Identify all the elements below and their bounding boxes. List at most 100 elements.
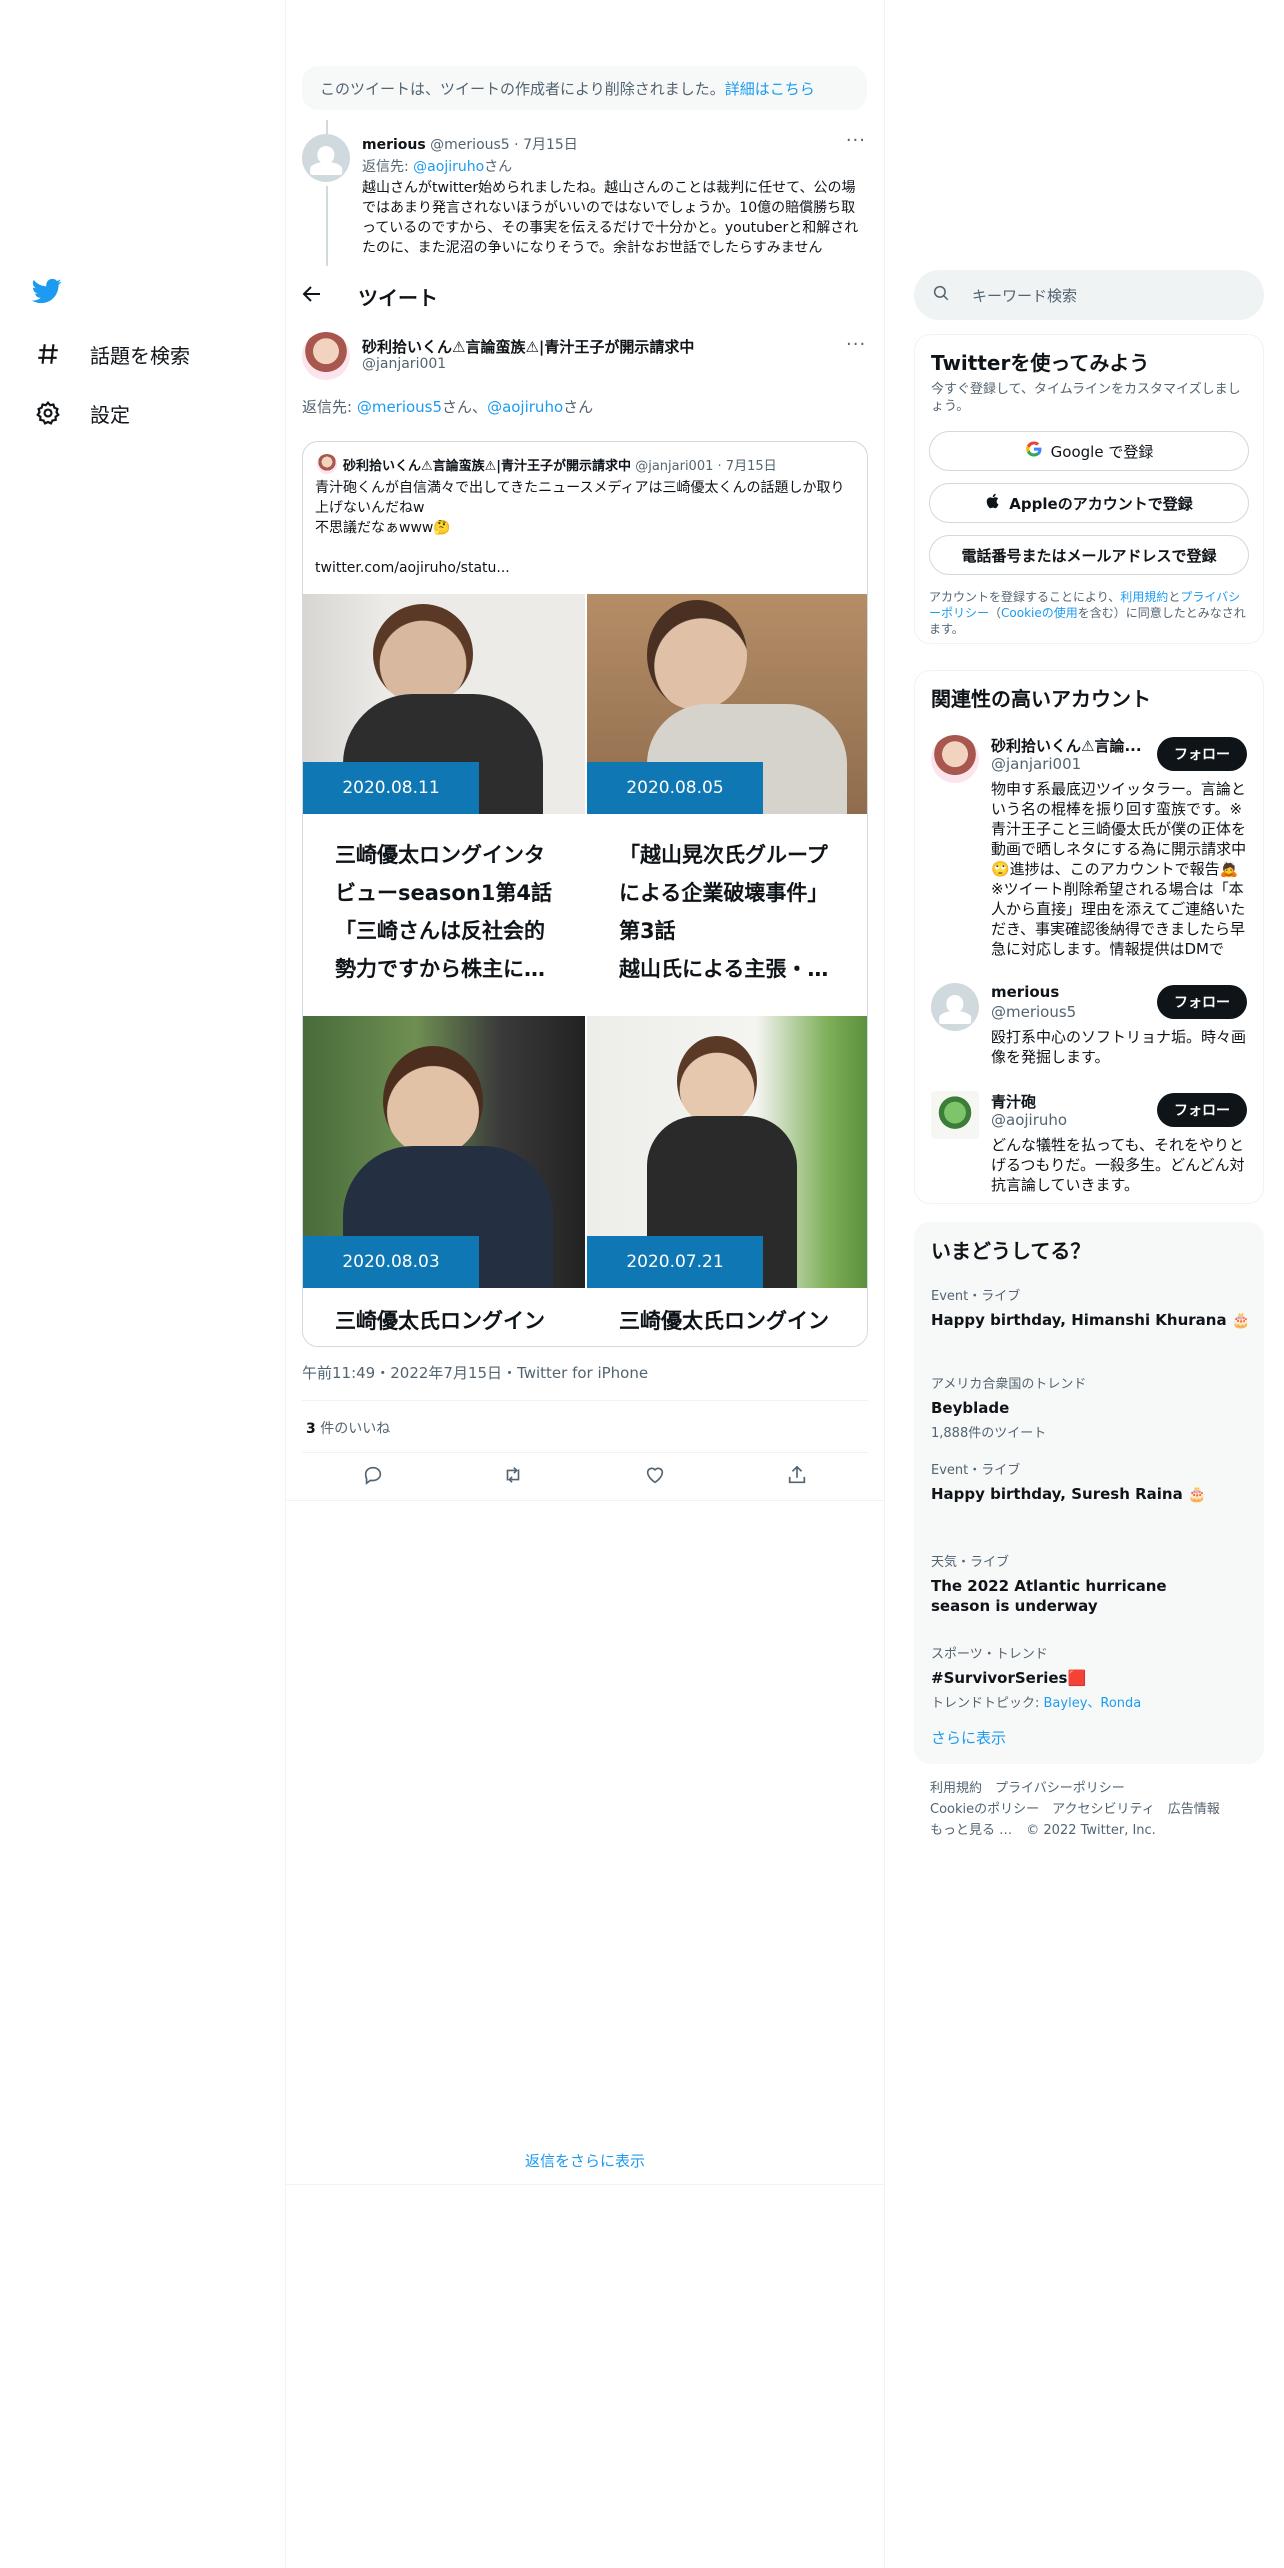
quote-author-handle: @janjari001 <box>635 459 714 474</box>
back-arrow-icon[interactable] <box>300 282 324 310</box>
copyright: © 2022 Twitter, Inc. <box>1026 1823 1156 1838</box>
twitter-logo-icon[interactable] <box>30 276 64 310</box>
deleted-tweet-notice: このツイートは、ツイートの作成者により削除されました。詳細はこちら <box>302 66 867 110</box>
account-name: merious <box>991 983 1060 1001</box>
footer-links[interactable]: Cookieのポリシー アクセシビリティ 広告情報 <box>930 1799 1260 1820</box>
google-icon <box>1025 440 1043 462</box>
learn-more-link[interactable]: 詳細はこちら <box>725 80 815 98</box>
share-icon[interactable] <box>782 1460 812 1490</box>
quote-link: twitter.com/aojiruho/statu... <box>315 560 510 576</box>
avatar <box>931 1091 979 1139</box>
quote-date: 7月15日 <box>725 459 777 474</box>
apple-icon <box>985 492 1001 514</box>
footer-links[interactable]: 利用規約 プライバシーポリシー <box>930 1778 1260 1799</box>
card-title: 三崎優太ロングインタビューseason1第4話「三崎さんは反社会的勢力ですから株… <box>335 843 553 981</box>
divider <box>302 1452 868 1453</box>
signup-title: Twitterを使ってみよう <box>931 351 1150 375</box>
account-row[interactable]: merious @merious5 フォロー 殴打系中心のソフトリョナ垢。時々画… <box>915 979 1263 1079</box>
follow-button[interactable]: フォロー <box>1157 985 1247 1019</box>
avatar[interactable] <box>302 332 350 380</box>
divider <box>286 1500 884 1501</box>
google-signup-button[interactable]: Google で登録 <box>929 431 1249 471</box>
like-icon[interactable] <box>640 1460 670 1490</box>
show-more-trends[interactable]: さらに表示 <box>931 1727 1006 1748</box>
show-more-replies[interactable]: 返信をさらに表示 <box>286 2150 884 2171</box>
card-date: 2020.08.05 <box>587 762 763 814</box>
tweet-date[interactable]: 7月15日 <box>523 137 578 153</box>
quote-text: 青汁砲くんが自信満々で出してきたニュースメディアは三崎優太くんの話題しか取り上げ… <box>315 478 855 578</box>
likes-count[interactable]: 3 件のいいね <box>306 1418 390 1438</box>
account-bio: どんな犠牲を払っても、それをやりとげるつもりだ。一殺多生。どんどん対抗言論してい… <box>991 1136 1245 1194</box>
account-row[interactable]: 青汁砲 @aojiruho フォロー どんな犠牲を払っても、それをやりとげるつも… <box>915 1087 1263 1197</box>
media-card[interactable]: 2020.08.05 「越山晃次氏グループによる企業破壊事件」第3話 越山氏によ… <box>587 594 867 1014</box>
nav-explore-label: 話題を検索 <box>90 343 190 368</box>
card-title: 三崎優太氏ロングイン <box>335 1309 545 1333</box>
search-input[interactable]: キーワード検索 <box>972 285 1077 306</box>
trends-panel: いまどうしてる？ Event・ライブ Happy birthday, Himan… <box>914 1222 1264 1764</box>
account-row[interactable]: 砂利拾いくん⚠言論... @janjari001 フォロー 物申す系最底辺ツイッ… <box>915 731 1263 961</box>
author-handle[interactable]: @janjari001 <box>362 356 446 372</box>
nav-settings-label: 設定 <box>90 402 130 427</box>
nav-settings[interactable]: 設定 <box>28 393 130 433</box>
card-date: 2020.08.03 <box>303 1236 479 1288</box>
signup-panel: Twitterを使ってみよう 今すぐ登録して、タイムラインをカスタマイズしましょ… <box>914 334 1264 644</box>
header-title: ツイート <box>358 286 438 310</box>
right-column-border <box>884 0 885 2568</box>
trend-item[interactable]: Event・ライブ Happy birthday, Himanshi Khura… <box>931 1285 1251 1330</box>
avatar[interactable] <box>302 134 350 182</box>
apple-signup-button[interactable]: Appleのアカウントで登録 <box>929 483 1249 523</box>
search-bar[interactable]: キーワード検索 <box>914 270 1264 320</box>
trend-item[interactable]: Event・ライブ Happy birthday, Suresh Raina 🎂 <box>931 1459 1251 1504</box>
account-handle: @janjari001 <box>991 755 1082 773</box>
tweet-text: 越山さんがtwitter始められましたね。越山さんのことは裁判に任せて、公の場で… <box>362 180 859 256</box>
gear-icon <box>28 393 68 433</box>
signup-subtitle: 今すぐ登録して、タイムラインをカスタマイズしましょう。 <box>931 382 1241 414</box>
related-accounts-panel: 関連性の高いアカウント 砂利拾いくん⚠言論... @janjari001 フォロ… <box>914 670 1264 1204</box>
media-card[interactable]: 2020.07.21 三崎優太氏ロングイン <box>587 1016 867 1346</box>
replying-to: 返信先: @merious5さん、@aojiruhoさん <box>302 398 594 416</box>
author-handle[interactable]: @merious5 <box>430 137 510 153</box>
tweet-timestamp[interactable]: 午前11:49・2022年7月15日・Twitter for iPhone <box>302 1362 648 1383</box>
retweet-icon[interactable] <box>498 1460 528 1490</box>
more-icon[interactable]: ··· <box>846 334 866 355</box>
trend-item[interactable]: 天気・ライブ The 2022 Atlantic hurricane seaso… <box>931 1551 1191 1616</box>
reply-icon[interactable] <box>358 1460 388 1490</box>
account-handle: @merious5 <box>991 1003 1077 1021</box>
footer: 利用規約 プライバシーポリシー Cookieのポリシー アクセシビリティ 広告情… <box>930 1778 1260 1841</box>
nav-explore[interactable]: 話題を検索 <box>28 334 190 374</box>
tweet-header: ツイート <box>286 270 884 320</box>
reply-tweet[interactable]: merious @merious5 · 7月15日 ··· 返信先: @aoji… <box>302 132 868 270</box>
divider <box>286 2184 884 2185</box>
hashtag-icon <box>28 334 68 374</box>
account-handle: @aojiruho <box>991 1111 1068 1129</box>
account-bio: 殴打系中心のソフトリョナ垢。時々画像を発掘します。 <box>991 1028 1247 1066</box>
footer-more[interactable]: もっと見る … <box>930 1823 1012 1838</box>
avatar <box>931 983 979 1031</box>
account-bio: 物申す系最底辺ツイッタラー。言論という名の棍棒を振り回す蛮族です。※青汁王子こと… <box>991 780 1247 958</box>
account-name: 青汁砲 <box>991 1093 1037 1111</box>
avatar <box>931 735 979 783</box>
divider <box>302 1400 868 1401</box>
quoted-tweet[interactable]: 砂利拾いくん⚠言論蛮族⚠|青汁王子が開示請求中 @janjari001 · 7月… <box>302 441 868 1347</box>
quote-author-name: 砂利拾いくん⚠言論蛮族⚠|青汁王子が開示請求中 <box>343 459 632 474</box>
media-card[interactable]: 2020.08.11 三崎優太ロングインタビューseason1第4話「三崎さんは… <box>303 594 585 1014</box>
trend-item[interactable]: アメリカ合衆国のトレンド Beyblade 1,888件のツイート <box>931 1373 1251 1441</box>
replying-to: 返信先: @aojiruhoさん <box>362 159 513 175</box>
trends-title: いまどうしてる？ <box>931 1239 1091 1263</box>
trend-item[interactable]: スポーツ・トレンド #SurvivorSeries🟥 トレンドトピック: Bay… <box>931 1643 1251 1711</box>
left-column-border <box>285 0 286 2568</box>
author-name[interactable]: merious <box>362 137 426 153</box>
more-icon[interactable]: ··· <box>846 132 866 151</box>
terms-text: アカウントを登録することにより、利用規約とプライバシーポリシー（Cookieの使… <box>929 590 1246 636</box>
media-card[interactable]: 2020.08.03 三崎優太氏ロングイン <box>303 1016 585 1346</box>
related-title: 関連性の高いアカウント <box>931 687 1151 711</box>
follow-button[interactable]: フォロー <box>1157 1093 1247 1127</box>
card-date: 2020.07.21 <box>587 1236 763 1288</box>
account-name: 砂利拾いくん⚠言論... <box>991 737 1142 755</box>
search-icon <box>932 284 950 306</box>
card-date: 2020.08.11 <box>303 762 479 814</box>
phone-email-signup-button[interactable]: 電話番号またはメールアドレスで登録 <box>929 535 1249 575</box>
author-name[interactable]: 砂利拾いくん⚠言論蛮族⚠|青汁王子が開示請求中 <box>362 336 694 357</box>
follow-button[interactable]: フォロー <box>1157 737 1247 771</box>
card-title: 「越山晃次氏グループによる企業破壊事件」第3話 越山氏による主張・… <box>619 843 829 981</box>
